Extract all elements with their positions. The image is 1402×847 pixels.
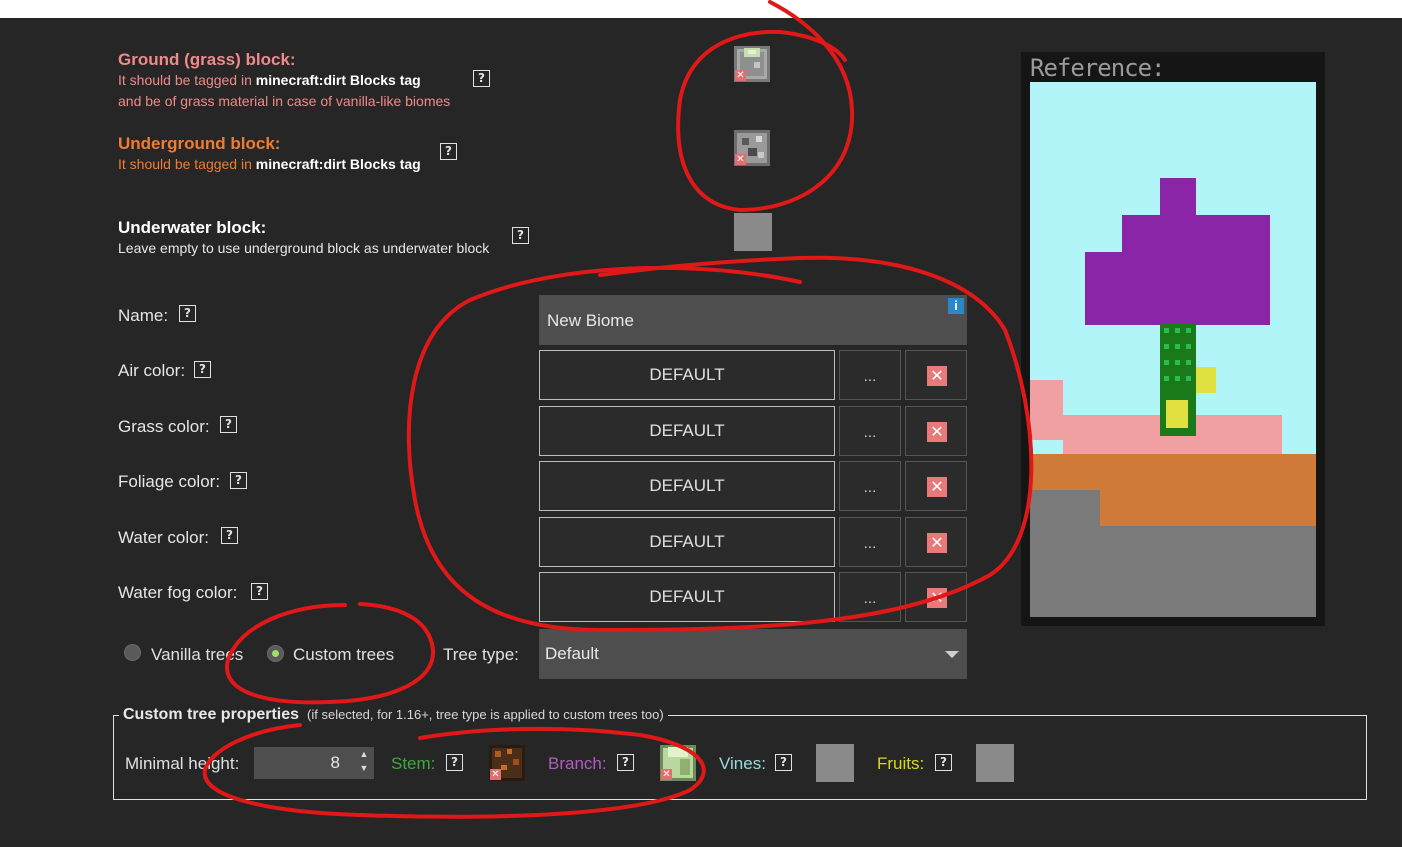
vines-label: Vines: <box>719 754 766 773</box>
spinner-down-icon[interactable]: ▼ <box>358 763 370 773</box>
underground-block-remove-icon[interactable]: ✕ <box>735 154 746 165</box>
top-white-strip <box>0 0 1402 18</box>
underground-block-title: Underground block: <box>118 134 281 153</box>
water-fog-color-button[interactable]: DEFAULT <box>539 572 835 622</box>
fruits-block-slot[interactable] <box>976 744 1014 782</box>
close-icon: ✕ <box>927 588 947 608</box>
underground-desc-tag: minecraft:dirt Blocks tag <box>255 156 421 172</box>
vanilla-trees-label[interactable]: Vanilla trees <box>151 645 243 665</box>
reference-title: Reference: <box>1030 54 1165 82</box>
name-input-value: New Biome <box>547 311 634 330</box>
min-height-spinner[interactable]: 8 ▲ ▼ <box>254 747 374 779</box>
ground-block-slot[interactable]: ✕ <box>734 46 770 82</box>
tree-type-value: Default <box>545 644 599 663</box>
water-fog-color-pick-button[interactable]: ... <box>839 572 901 622</box>
ground-help-icon[interactable]: ? <box>473 70 490 87</box>
branch-block-slot[interactable]: ✕ <box>660 745 696 781</box>
underwater-block-title: Underwater block: <box>118 218 267 237</box>
air-color-pick-button[interactable]: ... <box>839 350 901 400</box>
foliage-color-clear-button[interactable]: ✕ <box>905 461 967 511</box>
close-icon: ✕ <box>927 533 947 553</box>
grass-color-button[interactable]: DEFAULT <box>539 406 835 456</box>
air-color-button[interactable]: DEFAULT <box>539 350 835 400</box>
tree-type-label: Tree type: <box>443 645 519 664</box>
vanilla-trees-radio[interactable] <box>124 644 141 661</box>
ground-block-remove-icon[interactable]: ✕ <box>735 70 746 81</box>
water-color-label: Water color: <box>118 528 210 547</box>
water-color-clear-button[interactable]: ✕ <box>905 517 967 567</box>
underground-block-slot[interactable]: ✕ <box>734 130 770 166</box>
branch-help-icon[interactable]: ? <box>617 754 634 771</box>
foliage-color-label: Foliage color: <box>118 472 221 491</box>
tree-type-select[interactable]: Default <box>539 629 967 679</box>
custom-tree-title-text: Custom tree properties <box>123 706 300 723</box>
stem-block-remove-icon[interactable]: ✕ <box>490 769 501 780</box>
info-icon[interactable]: i <box>948 298 964 314</box>
ground-desc-line2: and be of grass material in case of vani… <box>118 93 451 109</box>
underwater-help-icon[interactable]: ? <box>512 227 529 244</box>
underwater-block-desc: Leave empty to use underground block as … <box>118 240 490 256</box>
stem-label: Stem: <box>391 754 436 773</box>
vines-help-icon[interactable]: ? <box>775 754 792 771</box>
grass-color-clear-button[interactable]: ✕ <box>905 406 967 456</box>
water-color-pick-button[interactable]: ... <box>839 517 901 567</box>
ground-desc-pre: It should be tagged in <box>118 72 256 88</box>
custom-trees-label[interactable]: Custom trees <box>293 645 394 665</box>
grass-color-pick-button[interactable]: ... <box>839 406 901 456</box>
min-height-value: 8 <box>330 753 340 772</box>
spinner-up-icon[interactable]: ▲ <box>358 749 370 759</box>
vines-block-slot[interactable] <box>816 744 854 782</box>
custom-tree-note: (if selected, for 1.16+, tree type is ap… <box>307 707 664 722</box>
custom-trees-radio[interactable] <box>267 645 284 662</box>
close-icon: ✕ <box>927 422 947 442</box>
stem-block-slot[interactable]: ✕ <box>489 745 525 781</box>
name-label: Name: <box>118 306 169 325</box>
close-icon: ✕ <box>927 477 947 497</box>
name-input[interactable]: New Biome i <box>539 295 967 345</box>
min-height-label: Minimal height: <box>125 754 240 773</box>
water-fog-color-label: Water fog color: <box>118 583 238 602</box>
chevron-down-icon <box>945 651 959 658</box>
water-fog-color-clear-button[interactable]: ✕ <box>905 572 967 622</box>
name-help-icon[interactable]: ? <box>179 305 196 322</box>
ground-desc-tag: minecraft:dirt Blocks tag <box>255 72 421 88</box>
underground-desc-pre: It should be tagged in <box>118 156 256 172</box>
fruits-help-icon[interactable]: ? <box>935 754 952 771</box>
branch-block-remove-icon[interactable]: ✕ <box>661 769 672 780</box>
underground-block-desc: It should be tagged in minecraft:dirt Bl… <box>118 154 421 175</box>
foliage-color-help-icon[interactable]: ? <box>230 472 247 489</box>
grass-color-help-icon[interactable]: ? <box>220 416 237 433</box>
foliage-color-pick-button[interactable]: ... <box>839 461 901 511</box>
ground-block-title: Ground (grass) block: <box>118 50 296 69</box>
biome-preview-image <box>1030 82 1316 617</box>
fruits-label: Fruits: <box>877 754 925 773</box>
ground-block-desc: It should be tagged in minecraft:dirt Bl… <box>118 70 450 112</box>
air-color-label: Air color: <box>118 361 186 380</box>
air-color-help-icon[interactable]: ? <box>194 361 211 378</box>
water-color-help-icon[interactable]: ? <box>221 527 238 544</box>
custom-tree-panel-title: Custom tree properties (if selected, for … <box>119 706 668 724</box>
grass-color-label: Grass color: <box>118 417 210 436</box>
branch-label: Branch: <box>548 754 607 773</box>
air-color-clear-button[interactable]: ✕ <box>905 350 967 400</box>
foliage-color-button[interactable]: DEFAULT <box>539 461 835 511</box>
stem-help-icon[interactable]: ? <box>446 754 463 771</box>
water-color-button[interactable]: DEFAULT <box>539 517 835 567</box>
water-fog-color-help-icon[interactable]: ? <box>251 583 268 600</box>
underwater-block-slot[interactable] <box>734 213 772 251</box>
underground-help-icon[interactable]: ? <box>440 143 457 160</box>
close-icon: ✕ <box>927 366 947 386</box>
